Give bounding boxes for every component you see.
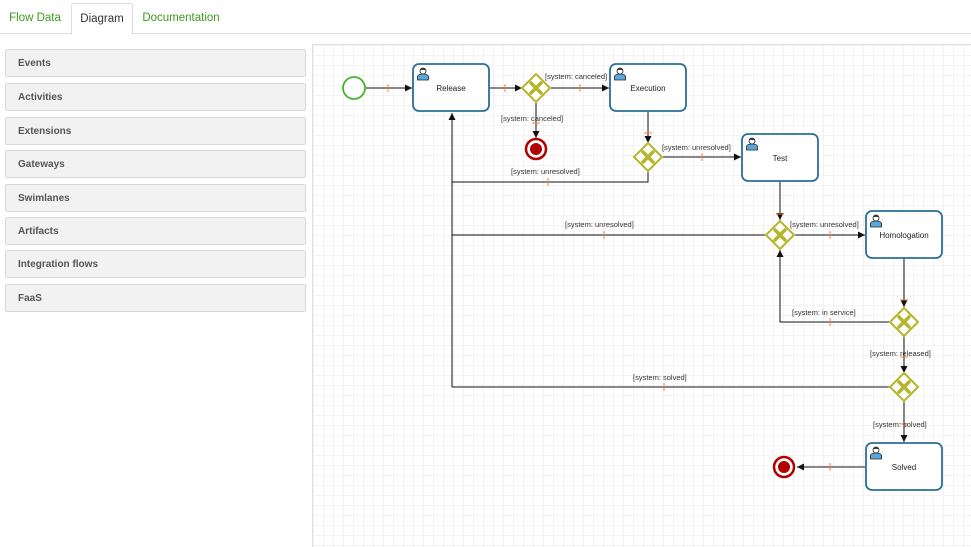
task-label-execution: Execution — [630, 84, 665, 93]
edge-label-released: [system: released] — [870, 349, 931, 358]
exclusive-gateway-5[interactable] — [888, 371, 920, 403]
task-homologation[interactable]: Homologation — [865, 210, 943, 259]
end-event-solved[interactable] — [772, 455, 796, 479]
task-release[interactable]: Release — [412, 63, 490, 112]
start-event[interactable] — [342, 76, 366, 100]
task-execution[interactable]: Execution — [609, 63, 687, 112]
edge-label-in-service: [system: in service] — [792, 308, 856, 317]
exclusive-gateway-4[interactable] — [888, 306, 920, 338]
task-label-homologation: Homologation — [879, 231, 928, 240]
edge-label-canceled: [system: canceled] — [545, 72, 607, 81]
edge-label-unresolved: [system: unresolved] — [790, 220, 859, 229]
edge-label-unresolved: [system: unresolved] — [565, 220, 634, 229]
edge-label-solved: [system: solved] — [633, 373, 687, 382]
task-label-test: Test — [773, 154, 788, 163]
edge-label-unresolved: [system: unresolved] — [511, 167, 580, 176]
diagram-svg: Release Execution Test Homologation Solv… — [342, 63, 943, 491]
task-solved[interactable]: Solved — [865, 442, 943, 491]
sequence-flows — [366, 84, 908, 471]
task-test[interactable]: Test — [741, 133, 819, 182]
exclusive-gateway-2[interactable] — [632, 141, 664, 173]
task-label-release: Release — [436, 84, 466, 93]
edge-label-canceled: [system: canceled] — [501, 114, 563, 123]
edge-label-unresolved: [system: unresolved] — [662, 143, 731, 152]
task-label-solved: Solved — [892, 463, 916, 472]
end-event-canceled[interactable] — [524, 137, 548, 161]
edge-label-solved: [system: solved] — [873, 420, 927, 429]
